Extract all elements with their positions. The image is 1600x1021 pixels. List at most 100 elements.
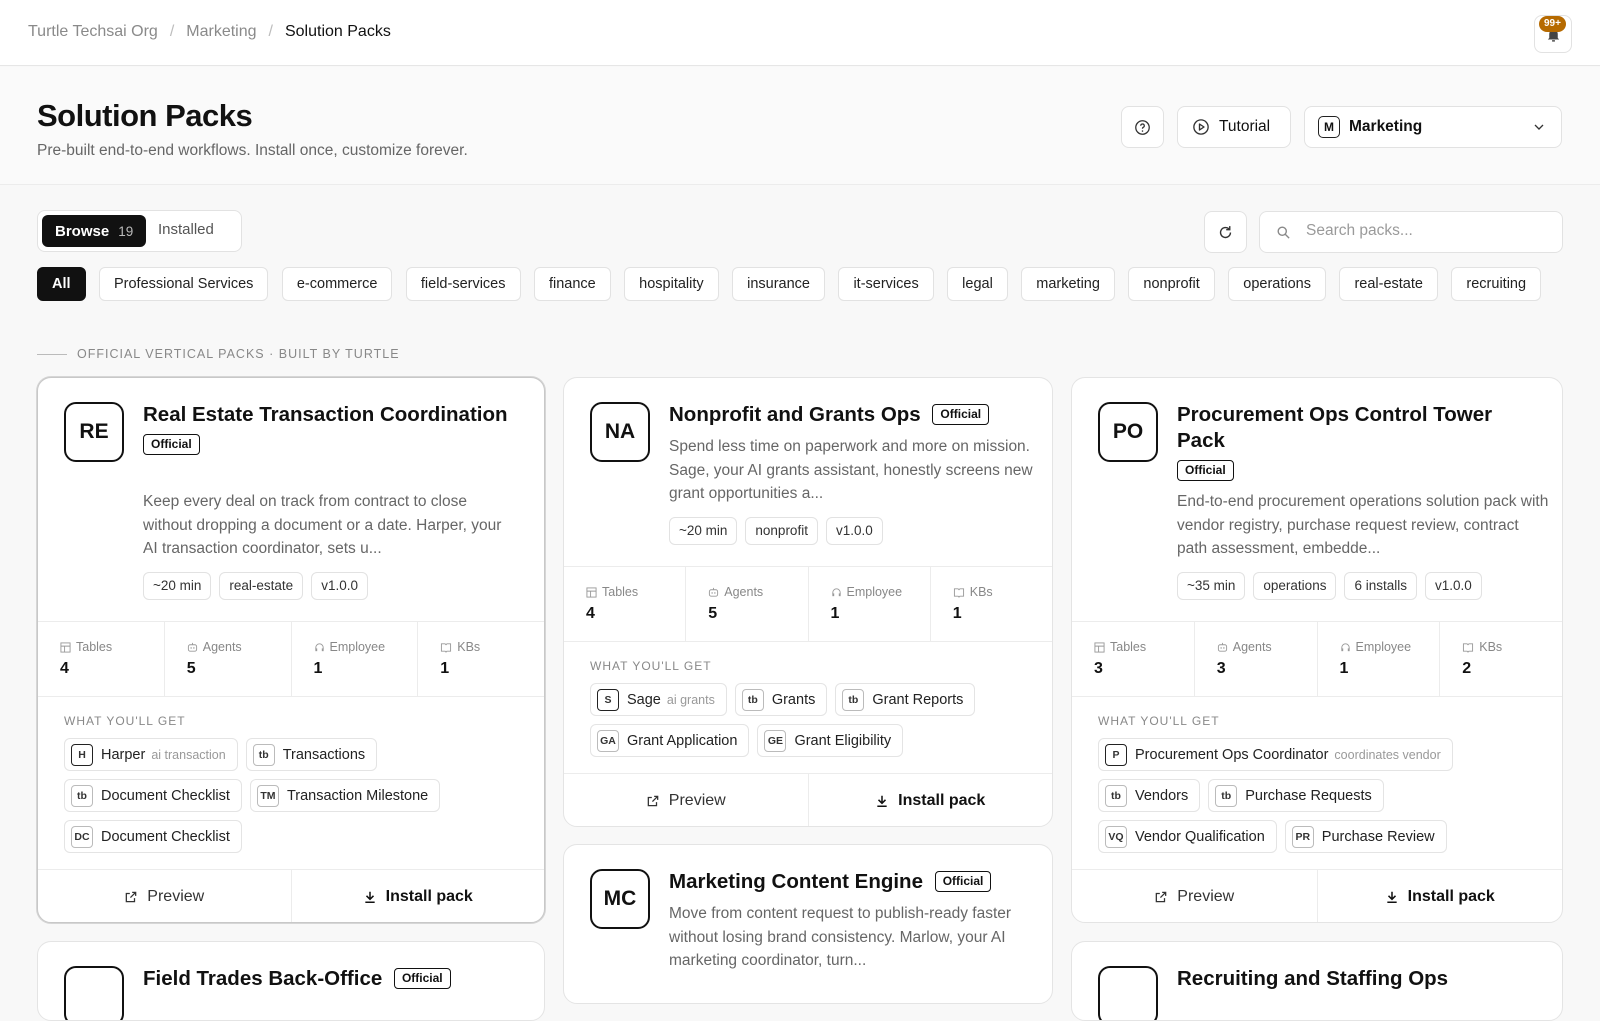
preview-label: Preview: [147, 887, 205, 905]
breadcrumb-separator: /: [169, 23, 175, 40]
external-link-icon: [1155, 891, 1167, 902]
included-table[interactable]: tb Grant Reports: [835, 683, 976, 716]
filter-recruiting[interactable]: recruiting: [1451, 267, 1542, 301]
refresh-button[interactable]: [1204, 211, 1247, 253]
pack-title: Recruiting and Staffing Ops: [1177, 967, 1449, 990]
filter-marketing[interactable]: marketing: [1021, 267, 1115, 301]
stat-value: 2: [1462, 660, 1472, 677]
included-form[interactable]: VQ Vendor Qualification: [1098, 820, 1277, 853]
section-heading: OFFICIAL VERTICAL PACKS · BUILT BY TURTL…: [37, 347, 400, 361]
included-table[interactable]: tb Purchase Requests: [1208, 779, 1384, 812]
included-form[interactable]: GA Grant Application: [590, 724, 750, 757]
preview-button[interactable]: Preview: [1072, 870, 1318, 922]
stat-value: 4: [60, 660, 69, 677]
category-filters: All Professional Services e-commerce fie…: [37, 267, 1563, 303]
preview-button[interactable]: Preview: [38, 870, 292, 922]
help-button[interactable]: [1121, 106, 1164, 148]
breadcrumb-workspace[interactable]: Marketing: [186, 23, 256, 41]
pack-card[interactable]: Recruiting and Staffing Ops: [1071, 941, 1563, 1021]
item-badge: DC: [71, 825, 93, 848]
item-badge: GA: [597, 729, 619, 752]
included-table[interactable]: tb Transactions: [245, 738, 378, 771]
included-items: H Harper ai transaction tb Transactions tb D…: [64, 738, 524, 853]
tab-browse-label: Browse: [55, 222, 110, 240]
refresh-icon: [1219, 225, 1232, 238]
filter-insurance[interactable]: insurance: [732, 267, 825, 301]
headset-icon: [831, 587, 841, 596]
breadcrumb-org[interactable]: Turtle Techsai Org: [28, 23, 158, 41]
item-badge: S: [597, 688, 619, 711]
included-agent[interactable]: H Harper ai transaction: [64, 738, 238, 771]
filter-all[interactable]: All: [37, 267, 86, 301]
robot-icon: [1217, 642, 1227, 652]
tutorial-button[interactable]: Tutorial: [1177, 106, 1291, 148]
included-form[interactable]: GE Grant Eligibility: [757, 724, 904, 757]
tab-installed[interactable]: Installed: [158, 221, 214, 238]
pack-title: Nonprofit and Grants Ops Official: [669, 402, 1039, 428]
pack-card[interactable]: MC Marketing Content Engine Official Mov…: [563, 844, 1053, 1004]
meta-version: v1.0.0: [311, 572, 368, 600]
workspace-selector[interactable]: M Marketing: [1304, 106, 1562, 148]
install-button[interactable]: Install pack: [809, 774, 1053, 826]
pack-card[interactable]: NA Nonprofit and Grants Ops Official Spe…: [563, 377, 1053, 827]
included-agent[interactable]: S Sage ai grants: [590, 683, 727, 716]
filter-real-estate[interactable]: real-estate: [1339, 267, 1438, 301]
filter-nonprofit[interactable]: nonprofit: [1128, 267, 1215, 301]
view-tabs: Browse 19 Installed: [37, 210, 242, 252]
included-table[interactable]: tb Vendors: [1098, 779, 1201, 812]
stat-value: 1: [952, 605, 962, 622]
search-input[interactable]: [1306, 222, 1546, 240]
install-button[interactable]: Install pack: [1318, 870, 1563, 922]
item-badge: PR: [1291, 825, 1314, 848]
included-form[interactable]: TM Transaction Milestone: [249, 779, 441, 812]
filter-hospitality[interactable]: hospitality: [624, 267, 719, 301]
pack-meta: ~35 min operations 6 installs v1.0.0: [1177, 572, 1482, 600]
card-actions: Preview Install pack: [564, 773, 1053, 826]
included-agent[interactable]: P Procurement Ops Coordinator coordinates …: [1098, 738, 1453, 771]
official-badge: Official: [934, 871, 992, 892]
included-form[interactable]: PR Purchase Review: [1284, 820, 1447, 853]
item-badge: VQ: [1105, 825, 1127, 848]
item-badge: tb: [842, 688, 865, 711]
install-label: Install pack: [898, 791, 986, 809]
included-table[interactable]: tb Document Checklist: [64, 779, 242, 812]
meta-duration: ~20 min: [669, 517, 738, 545]
preview-button[interactable]: Preview: [564, 774, 809, 826]
stat-value: 3: [1094, 660, 1103, 677]
pack-card[interactable]: PO Procurement Ops Control Tower Pack Of…: [1071, 377, 1563, 923]
section-label: OFFICIAL VERTICAL PACKS · BUILT BY TURTL…: [77, 347, 400, 361]
pack-title-text: Field Trades Back-Office: [143, 967, 383, 990]
robot-icon: [187, 642, 197, 652]
stat-employee: Employee 1: [1318, 622, 1441, 696]
what-youll-get-heading: WHAT YOU'LL GET: [1098, 714, 1220, 728]
filter-operations[interactable]: operations: [1228, 267, 1326, 301]
item-label: Purchase Review: [1321, 828, 1435, 845]
filter-legal[interactable]: legal: [947, 267, 1008, 301]
book-icon: [1463, 642, 1474, 653]
install-button[interactable]: Install pack: [292, 870, 545, 922]
pack-card[interactable]: Field Trades Back-Office Official: [37, 941, 545, 1021]
top-bar: Turtle Techsai Org / Marketing / Solutio…: [0, 0, 1600, 66]
item-label: Grant Reports: [872, 691, 964, 708]
item-badge: tb: [71, 784, 93, 807]
pack-description: Keep every deal on track from contract t…: [143, 493, 502, 557]
filter-field-services[interactable]: field-services: [405, 267, 521, 301]
item-badge: tb: [1215, 784, 1238, 807]
pack-title-text: Procurement Ops Control Tower Pack: [1177, 403, 1493, 452]
included-table[interactable]: tb Grants: [734, 683, 828, 716]
stat-label: Tables: [602, 585, 639, 599]
stat-value: 3: [1216, 660, 1226, 677]
filter-e-commerce[interactable]: e-commerce: [281, 267, 393, 301]
pack-logo: NA: [590, 402, 650, 462]
stat-label: Agents: [202, 640, 242, 654]
pack-description: End-to-end procurement operations soluti…: [1177, 493, 1549, 557]
filter-it-services[interactable]: it-services: [838, 267, 934, 301]
tab-browse[interactable]: Browse 19: [42, 215, 146, 247]
filter-professional-services[interactable]: Professional Services: [98, 267, 269, 301]
stat-agents: Agents 5: [686, 567, 809, 641]
included-form[interactable]: DC Document Checklist: [64, 820, 242, 853]
item-badge: tb: [741, 688, 764, 711]
filter-finance[interactable]: finance: [533, 267, 611, 301]
stat-value: 1: [313, 660, 323, 677]
pack-card[interactable]: RE Real Estate Transaction Coordination …: [37, 377, 545, 923]
